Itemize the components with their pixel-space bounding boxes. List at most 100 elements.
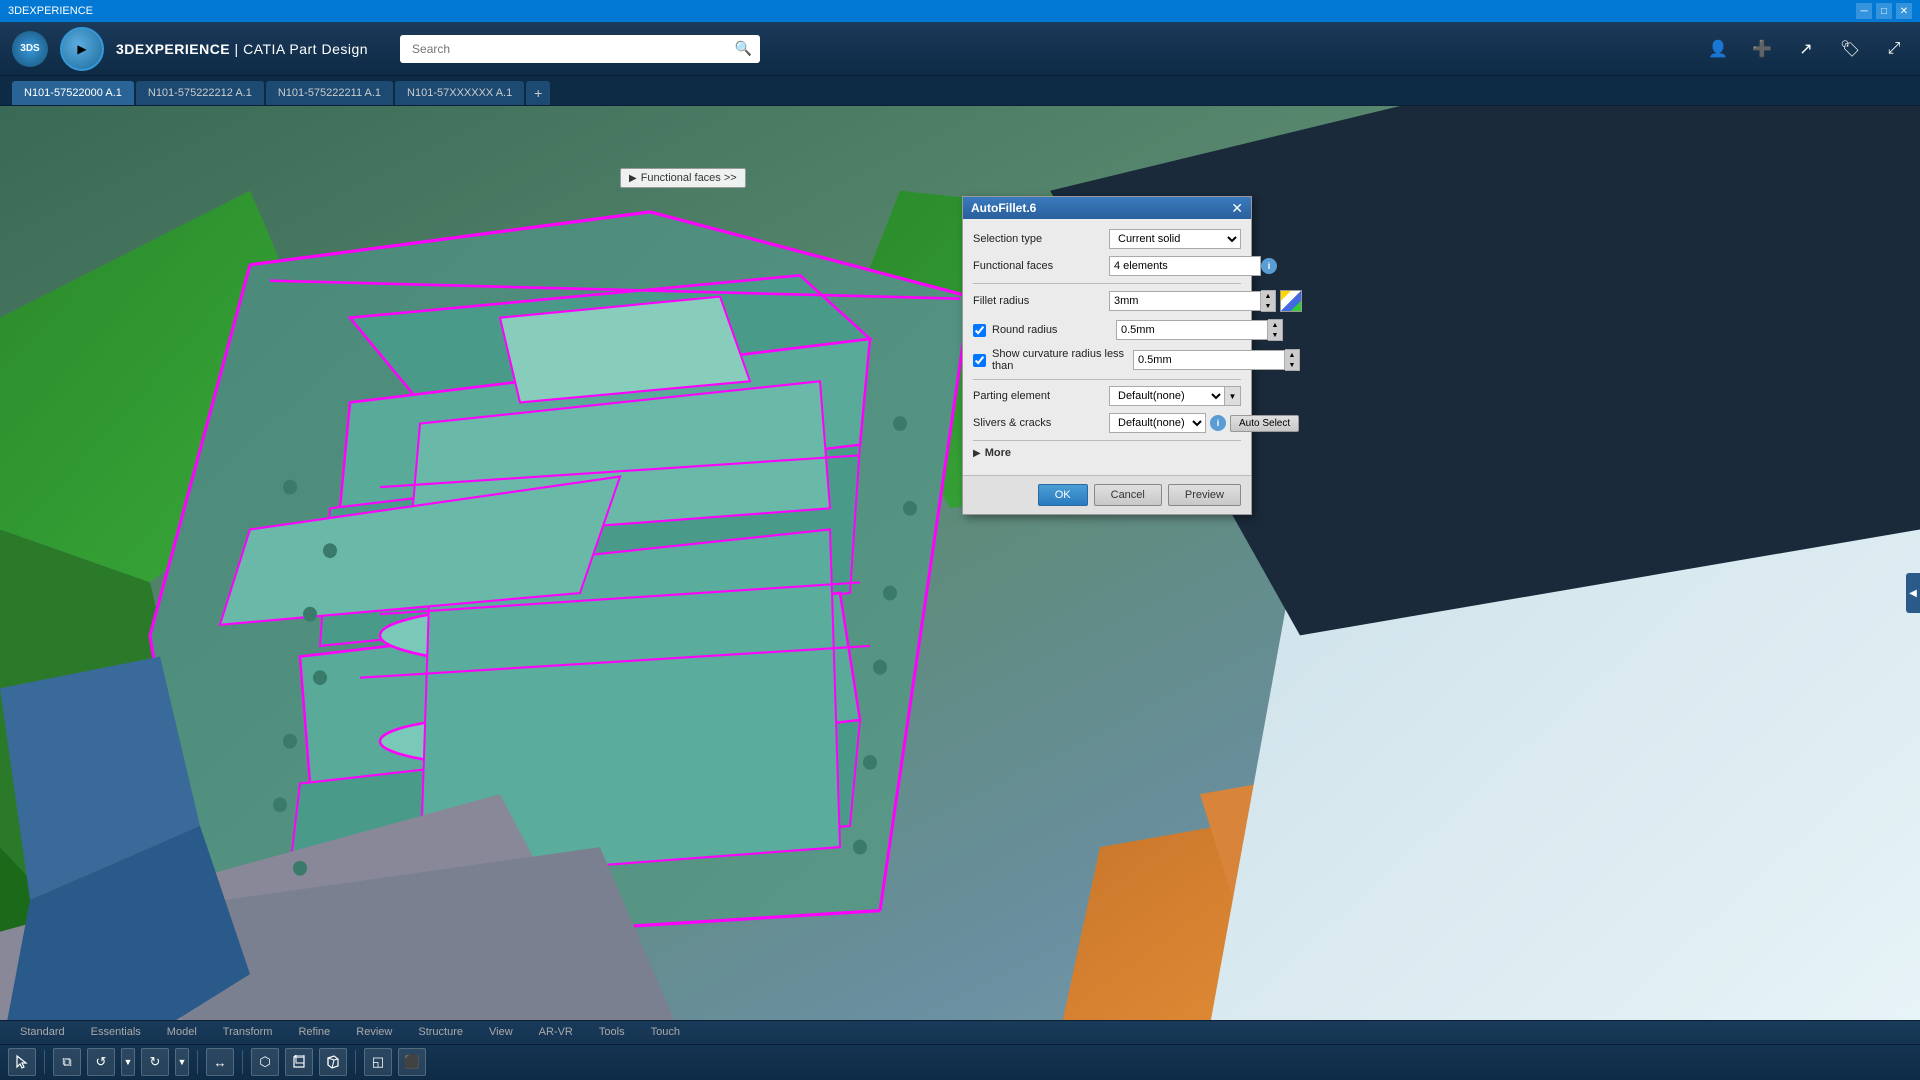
add-tab-button[interactable]: +: [526, 81, 550, 105]
scene-background: ▶ Functional faces >> AutoFillet.6 ✕ Sel…: [0, 106, 1920, 1080]
more-arrow-icon: ▶: [973, 448, 981, 459]
selection-type-row: Selection type Current solid: [973, 229, 1241, 249]
tab-2-label: N101-575222212 A.1: [148, 87, 252, 99]
auto-select-button[interactable]: Auto Select: [1230, 415, 1299, 432]
parting-element-arrow[interactable]: ▼: [1225, 386, 1241, 406]
transform-button[interactable]: ↔: [206, 1048, 234, 1076]
cube-right-button[interactable]: [319, 1048, 347, 1076]
search-input[interactable]: [408, 39, 735, 59]
bottom-tab-arvr[interactable]: AR-VR: [527, 1022, 585, 1042]
fillet-radius-down-button[interactable]: ▼: [1261, 301, 1275, 311]
tab-4[interactable]: N101-57XXXXXX A.1: [395, 81, 524, 105]
redo-button[interactable]: ↻: [141, 1048, 169, 1076]
measure-button[interactable]: ◱: [364, 1048, 392, 1076]
search-button[interactable]: 🔍: [735, 40, 752, 57]
divider-2: [973, 379, 1241, 380]
slivers-info-button[interactable]: i: [1210, 415, 1226, 431]
bottom-tab-view[interactable]: View: [477, 1022, 525, 1042]
dialog-footer: OK Cancel Preview: [963, 475, 1251, 514]
bottom-tab-transform[interactable]: Transform: [211, 1022, 285, 1042]
tab-3[interactable]: N101-575222211 A.1: [266, 81, 393, 105]
title-bar-left: 3DEXPERIENCE: [8, 5, 93, 17]
right-collapse-handle[interactable]: ◀: [1906, 573, 1920, 613]
share-icon[interactable]: ↗: [1792, 35, 1820, 63]
cube-right-icon: [326, 1055, 340, 1069]
functional-faces-label[interactable]: ▶ Functional faces >>: [620, 168, 746, 188]
fillet-radius-input[interactable]: [1109, 291, 1261, 311]
bottom-tab-tools[interactable]: Tools: [587, 1022, 637, 1042]
bottom-tab-refine[interactable]: Refine: [286, 1022, 342, 1042]
selection-type-input-group: Current solid: [1109, 229, 1241, 249]
sketch-button[interactable]: ⬛: [398, 1048, 426, 1076]
title-bar-text: 3DEXPERIENCE: [8, 5, 93, 17]
tab-3-label: N101-575222211 A.1: [278, 87, 381, 99]
show-curvature-input[interactable]: [1133, 350, 1285, 370]
view-button[interactable]: ⬡: [251, 1048, 279, 1076]
redo-dropdown-button[interactable]: ▼: [175, 1048, 189, 1076]
bottom-tab-standard[interactable]: Standard: [8, 1022, 77, 1042]
dialog-close-button[interactable]: ✕: [1231, 201, 1243, 215]
bookmark-icon[interactable]: 🏷: [1836, 35, 1864, 63]
show-curvature-down-button[interactable]: ▼: [1285, 360, 1299, 370]
divider-3: [973, 440, 1241, 441]
bottom-tab-essentials[interactable]: Essentials: [79, 1022, 153, 1042]
bottom-tabs: Standard Essentials Model Transform Refi…: [0, 1021, 1920, 1045]
bottom-tab-review[interactable]: Review: [344, 1022, 404, 1042]
tab-1[interactable]: N101-57522000 A.1: [12, 81, 134, 105]
round-radius-up-button[interactable]: ▲: [1268, 320, 1282, 330]
select-tool-button[interactable]: [8, 1048, 36, 1076]
play-button[interactable]: ▶: [60, 27, 104, 71]
divider-1: [973, 283, 1241, 284]
round-radius-input-group: ▲ ▼: [1116, 319, 1283, 341]
round-radius-input[interactable]: [1116, 320, 1268, 340]
undo-dropdown-button[interactable]: ▼: [121, 1048, 135, 1076]
copy-button[interactable]: ⧉: [53, 1048, 81, 1076]
functional-faces-field-label: Functional faces: [973, 260, 1103, 272]
functional-faces-input[interactable]: [1109, 256, 1261, 276]
separator-label: |: [235, 41, 244, 57]
parting-element-input-group: Default(none) ▼: [1109, 386, 1241, 406]
maximize-button[interactable]: □: [1876, 3, 1892, 19]
show-curvature-checkbox[interactable]: [973, 354, 986, 367]
cube-front-button[interactable]: [285, 1048, 313, 1076]
dialog-body: Selection type Current solid Functional …: [963, 219, 1251, 475]
round-radius-down-button[interactable]: ▼: [1268, 330, 1282, 340]
product-label: CATIA: [243, 41, 285, 57]
expand-icon[interactable]: ⤢: [1880, 35, 1908, 63]
preview-button[interactable]: Preview: [1168, 484, 1241, 506]
selection-type-label: Selection type: [973, 233, 1103, 245]
user-icon[interactable]: 👤: [1704, 35, 1732, 63]
cube-face-icon: [292, 1055, 306, 1069]
slivers-select[interactable]: Default(none): [1109, 413, 1206, 433]
add-icon[interactable]: ➕: [1748, 35, 1776, 63]
fillet-radius-color-swatch[interactable]: [1280, 290, 1302, 312]
parting-element-select[interactable]: Default(none): [1109, 386, 1225, 406]
bottom-tab-structure[interactable]: Structure: [406, 1022, 475, 1042]
show-curvature-spinner: ▲ ▼: [1285, 349, 1300, 371]
more-label: More: [985, 447, 1011, 459]
bottom-tab-model[interactable]: Model: [155, 1022, 209, 1042]
show-curvature-up-button[interactable]: ▲: [1285, 350, 1299, 360]
functional-faces-info-button[interactable]: i: [1261, 258, 1277, 274]
ok-button[interactable]: OK: [1038, 484, 1088, 506]
top-toolbar-right: 👤 ➕ ↗ 🏷 ⤢: [1704, 35, 1908, 63]
tab-2[interactable]: N101-575222212 A.1: [136, 81, 264, 105]
cancel-button[interactable]: Cancel: [1094, 484, 1162, 506]
round-radius-checkbox[interactable]: [973, 324, 986, 337]
fillet-radius-up-button[interactable]: ▲: [1261, 291, 1275, 301]
more-row[interactable]: ▶ More: [973, 447, 1241, 459]
bottom-icons: ⧉ ↺ ▼ ↻ ▼ ↔ ⬡ ◱: [0, 1045, 1920, 1080]
tabs-bar: N101-57522000 A.1 N101-575222212 A.1 N10…: [0, 76, 1920, 106]
minimize-button[interactable]: ─: [1856, 3, 1872, 19]
close-window-button[interactable]: ✕: [1896, 3, 1912, 19]
brand-logo: 3DS: [12, 31, 48, 67]
dialog-titlebar: AutoFillet.6 ✕: [963, 197, 1251, 219]
selection-type-select[interactable]: Current solid: [1109, 229, 1241, 249]
slivers-cracks-row: Slivers & cracks Default(none) i Auto Se…: [973, 413, 1241, 433]
show-curvature-input-group: ▲ ▼: [1133, 349, 1300, 371]
title-bar-controls: ─ □ ✕: [1856, 3, 1912, 19]
fillet-radius-spinner: ▲ ▼: [1261, 290, 1276, 312]
undo-button[interactable]: ↺: [87, 1048, 115, 1076]
parting-element-row: Parting element Default(none) ▼: [973, 386, 1241, 406]
bottom-tab-touch[interactable]: Touch: [639, 1022, 692, 1042]
